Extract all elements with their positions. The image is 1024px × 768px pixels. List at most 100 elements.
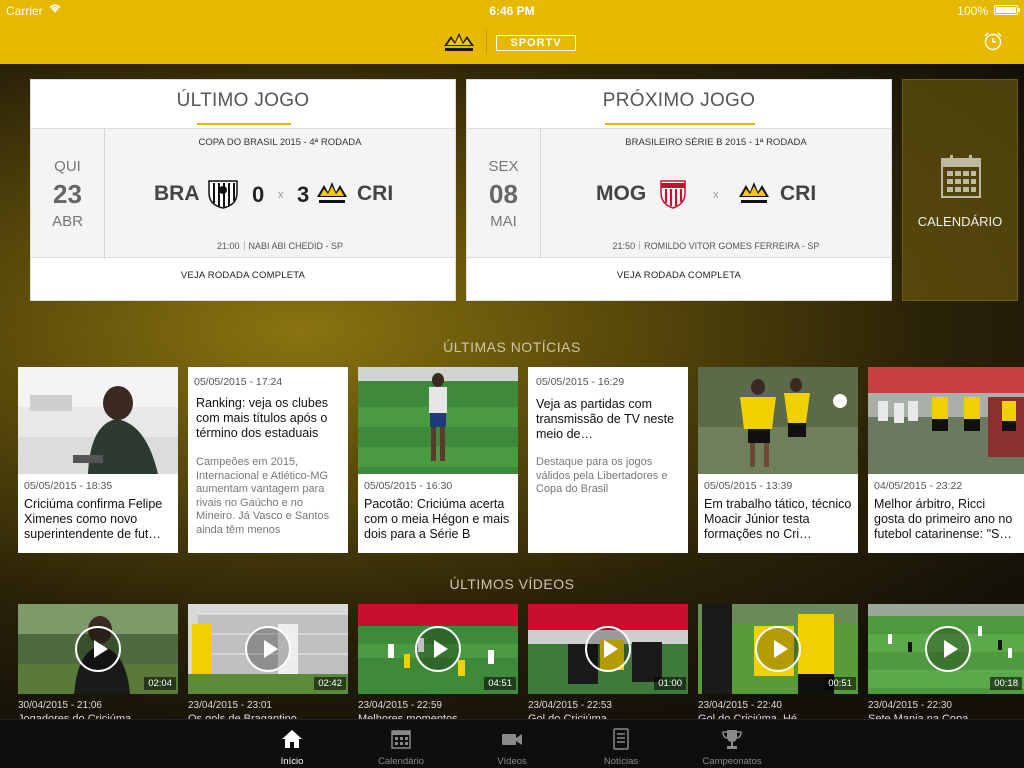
match-details: SEX 08 MAI BRASILEIRO SÉRIE B 2015 - 1ª … (467, 128, 891, 259)
home-team: MOG (596, 182, 647, 205)
news-date: 05/05/2015 - 16:29 (536, 376, 625, 388)
news-title: Veja as partidas com transmissão de TV n… (536, 397, 675, 441)
tab-campeonatos[interactable]: Campeonatos (692, 720, 772, 768)
criciuma-crest (739, 182, 769, 203)
video-thumbnail[interactable]: 04:51 (358, 604, 518, 694)
news-thumbnail (698, 367, 858, 474)
news-icon (613, 728, 629, 750)
match-venue: NABI ABI CHEDID - SP (248, 241, 344, 251)
news-summary: Campeões em 2015, Internacional e Atléti… (196, 456, 330, 536)
tab-inicio[interactable]: Início (252, 720, 332, 768)
play-icon (585, 626, 631, 672)
video-thumbnail[interactable]: 00:18 (868, 604, 1024, 694)
sportv-logo: SPORTV (496, 35, 576, 51)
match-date: SEX 08 MAI (467, 129, 541, 259)
tab-noticias[interactable]: Notícias (581, 720, 661, 768)
video-thumbnail[interactable]: 01:00 (528, 604, 688, 694)
news-card[interactable]: 04/05/2015 - 23:22 Melhor árbitro, Ricci… (868, 367, 1024, 553)
news-card[interactable]: 05/05/2015 - 17:24 Ranking: veja os club… (188, 367, 348, 553)
away-team: CRI (780, 182, 817, 205)
bragantino-crest (208, 180, 238, 209)
match-month: MAI (490, 213, 517, 230)
video-duration: 00:51 (824, 677, 856, 690)
video-duration: 00:18 (990, 677, 1022, 690)
news-date: 05/05/2015 - 18:35 (24, 480, 113, 492)
news-date: 04/05/2015 - 23:22 (874, 480, 963, 492)
title-underline (197, 123, 291, 125)
news-title: Em trabalho tático, técnico Moacir Júnio… (704, 497, 852, 541)
play-icon (75, 626, 121, 672)
news-title: Criciúma confirma Felipe Ximenes como no… (24, 497, 163, 541)
match-day: 08 (489, 179, 518, 209)
title-underline (605, 123, 755, 125)
calendar-button[interactable]: CALENDÁRIO (902, 79, 1018, 301)
news-thumbnail (358, 367, 518, 474)
next-match-title: PRÓXIMO JOGO (602, 90, 756, 111)
tab-bar: Início Calendário Vídeos Notícias Campeo… (0, 719, 1024, 768)
match-month: ABR (52, 213, 83, 230)
video-thumbnail[interactable]: 02:04 (18, 604, 178, 694)
mogi-mirim-crest (660, 180, 686, 209)
calendar-button-label: CALENDÁRIO (917, 214, 1003, 229)
tab-label: Notícias (603, 756, 639, 767)
news-title: Melhor árbitro, Ricci gosta do primeiro … (874, 497, 1013, 541)
video-duration: 04:51 (484, 677, 516, 690)
next-match-card: PRÓXIMO JOGO SEX 08 MAI BRASILEIRO SÉRIE… (466, 79, 892, 301)
video-camera-icon (502, 734, 522, 745)
match-time-venue: 21:00 NABI ABI CHEDID - SP (105, 241, 455, 251)
video-thumbnail[interactable]: 02:42 (188, 604, 348, 694)
news-thumbnail (18, 367, 178, 474)
versus-label: x (713, 189, 719, 201)
match-weekday: SEX (488, 158, 519, 175)
news-thumbnail (868, 367, 1024, 474)
news-title: Pacotão: Criciúma acerta com o meia Hégo… (364, 497, 510, 541)
video-thumbnail[interactable]: 00:51 (698, 604, 858, 694)
match-day: 23 (53, 179, 82, 209)
match-venue: ROMILDO VITOR GOMES FERREIRA - SP (644, 241, 820, 251)
video-duration: 01:00 (654, 677, 686, 690)
trophy-icon (722, 730, 742, 749)
video-duration: 02:42 (314, 677, 346, 690)
criciuma-logo (444, 33, 474, 51)
video-date: 23/04/2015 - 22:30 (868, 700, 952, 711)
alarm-clock-icon[interactable] (982, 30, 1004, 52)
play-icon (755, 626, 801, 672)
match-details: QUI 23 ABR COPA DO BRASIL 2015 - 4ª RODA… (31, 128, 455, 259)
calendar-icon (391, 730, 411, 749)
video-date: 23/04/2015 - 22:59 (358, 700, 442, 711)
news-title: Ranking: veja os clubes com mais títulos… (196, 396, 329, 440)
tab-calendario[interactable]: Calendário (361, 720, 441, 768)
home-score: 0 (252, 182, 265, 207)
tab-label: Início (280, 756, 304, 767)
news-card[interactable]: 05/05/2015 - 16:29 Veja as partidas com … (528, 367, 688, 553)
last-match-card: ÚLTIMO JOGO QUI 23 ABR COPA DO BRASIL 20… (30, 79, 456, 301)
news-date: 05/05/2015 - 16:30 (364, 480, 453, 492)
play-icon (415, 626, 461, 672)
match-date: QUI 23 ABR (31, 129, 105, 259)
home-team: BRA (154, 182, 200, 205)
video-duration: 02:04 (144, 677, 176, 690)
tab-label: Vídeos (497, 756, 527, 767)
match-weekday: QUI (54, 158, 81, 175)
news-section-title: ÚLTIMAS NOTÍCIAS (443, 339, 581, 355)
battery-icon (994, 5, 1020, 15)
view-full-round-link[interactable]: VEJA RODADA COMPLETA (467, 270, 891, 281)
news-card[interactable]: 05/05/2015 - 13:39 Em trabalho tático, t… (698, 367, 858, 553)
news-card[interactable]: 05/05/2015 - 16:30 Pacotão: Criciúma ace… (358, 367, 518, 553)
news-date: 05/05/2015 - 13:39 (704, 480, 793, 492)
news-date: 05/05/2015 - 17:24 (194, 376, 283, 388)
away-score: 3 (297, 182, 310, 207)
play-icon (245, 626, 291, 672)
video-date: 23/04/2015 - 22:53 (528, 700, 612, 711)
app-header: Carrier 6:46 PM 100% SPORTV (0, 0, 1024, 64)
status-time: 6:46 PM (489, 4, 535, 18)
logo-divider (486, 30, 487, 54)
away-team: CRI (357, 182, 394, 205)
tab-videos[interactable]: Vídeos (472, 720, 552, 768)
video-date: 23/04/2015 - 22:40 (698, 700, 782, 711)
view-full-round-link[interactable]: VEJA RODADA COMPLETA (31, 270, 455, 281)
news-card[interactable]: 05/05/2015 - 18:35 Criciúma confirma Fel… (18, 367, 178, 553)
competition-label: COPA DO BRASIL 2015 - 4ª RODADA (198, 137, 362, 148)
status-bar: Carrier 6:46 PM 100% (0, 0, 1024, 20)
video-date: 30/04/2015 - 21:06 (18, 700, 102, 711)
